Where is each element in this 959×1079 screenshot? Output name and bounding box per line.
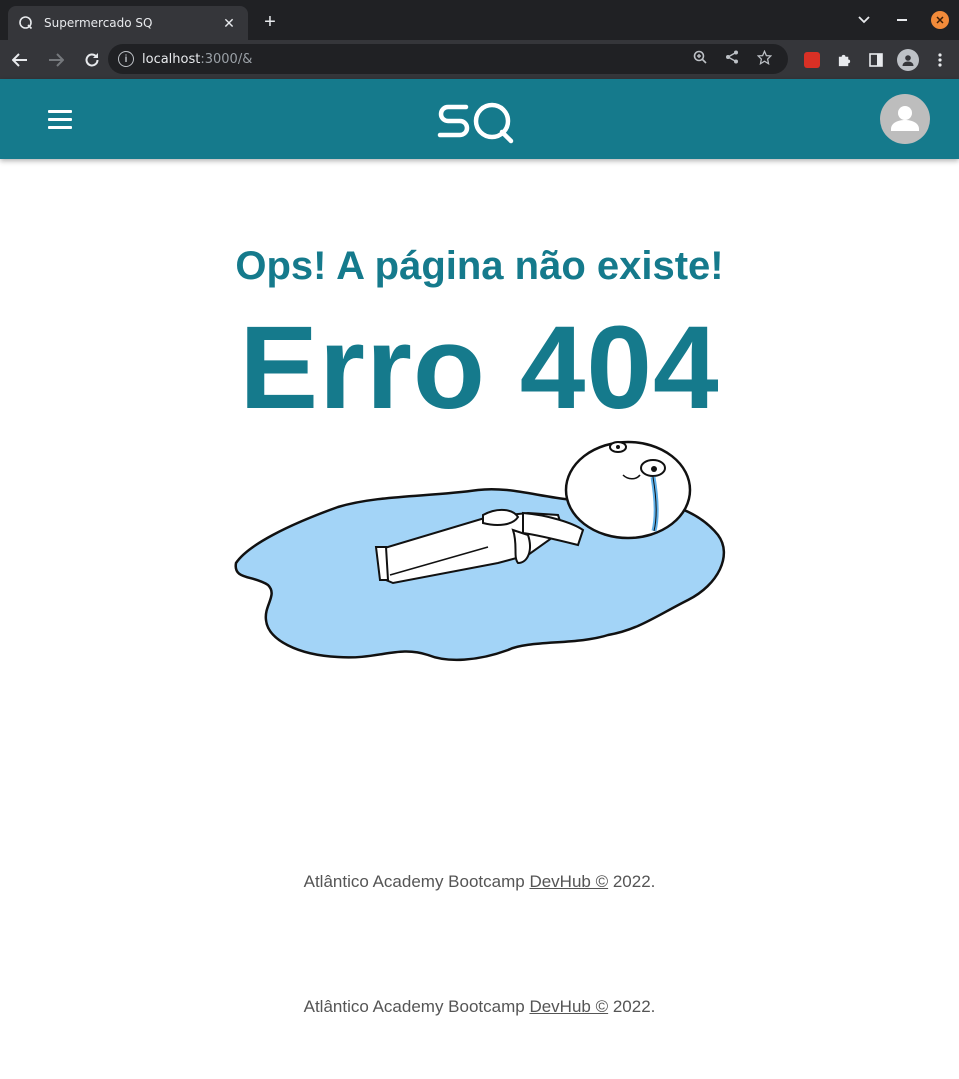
reload-button[interactable] bbox=[76, 44, 108, 76]
arrow-left-icon bbox=[12, 52, 27, 67]
browser-tabbar: Supermercado SQ ✕ + ✕ bbox=[0, 0, 959, 40]
devhub-link[interactable]: DevHub © bbox=[529, 997, 608, 1016]
error-subtitle: Ops! A página não existe! bbox=[235, 244, 724, 288]
footer: Atlântico Academy Bootcamp DevHub © 2022… bbox=[0, 997, 959, 1017]
arrow-right-icon bbox=[49, 52, 64, 67]
puzzle-icon[interactable] bbox=[828, 40, 860, 79]
profile-icon bbox=[897, 48, 919, 71]
browser-tab[interactable]: Supermercado SQ ✕ bbox=[8, 6, 248, 40]
url-host: localhost bbox=[142, 51, 201, 67]
minimize-icon[interactable] bbox=[883, 0, 921, 40]
footer-suffix: 2022. bbox=[608, 997, 656, 1016]
kebab-menu-icon[interactable] bbox=[924, 40, 956, 79]
side-panel-icon[interactable] bbox=[860, 40, 892, 79]
share-icon[interactable] bbox=[716, 50, 748, 68]
footer-suffix: 2022. bbox=[608, 872, 656, 891]
crying-figure-illustration bbox=[234, 440, 726, 662]
new-tab-button[interactable]: + bbox=[258, 11, 282, 35]
user-avatar[interactable] bbox=[880, 94, 930, 144]
browser-toolbar: i localhost:3000/& bbox=[0, 40, 959, 79]
extension-red-icon[interactable] bbox=[796, 40, 828, 79]
tab-title: Supermercado SQ bbox=[44, 16, 153, 30]
info-icon[interactable]: i bbox=[118, 51, 134, 67]
error-title: Erro 404 bbox=[239, 302, 720, 434]
close-icon: ✕ bbox=[931, 11, 949, 29]
forward-button[interactable] bbox=[40, 44, 72, 76]
favicon-icon bbox=[19, 16, 33, 30]
tab-search-icon[interactable] bbox=[845, 0, 883, 40]
window-close-button[interactable]: ✕ bbox=[921, 0, 959, 40]
profile-button[interactable] bbox=[892, 40, 924, 79]
back-button[interactable] bbox=[4, 44, 36, 76]
star-icon[interactable] bbox=[748, 49, 780, 69]
zoom-icon[interactable] bbox=[684, 50, 716, 68]
address-bar[interactable]: i localhost:3000/& bbox=[108, 44, 788, 74]
url-text: localhost:3000/& bbox=[142, 52, 252, 67]
footer-prefix: Atlântico Academy Bootcamp bbox=[303, 997, 530, 1016]
person-icon bbox=[891, 106, 919, 131]
footer: Atlântico Academy Bootcamp DevHub © 2022… bbox=[0, 872, 959, 892]
app-header bbox=[0, 79, 959, 159]
tab-close-icon[interactable]: ✕ bbox=[220, 14, 238, 32]
hamburger-menu-icon[interactable] bbox=[40, 99, 80, 139]
sq-logo[interactable] bbox=[436, 97, 516, 147]
url-path: :3000/& bbox=[200, 51, 253, 67]
devhub-link[interactable]: DevHub © bbox=[529, 872, 608, 891]
reload-icon bbox=[85, 52, 99, 66]
footer-prefix: Atlântico Academy Bootcamp bbox=[303, 872, 530, 891]
